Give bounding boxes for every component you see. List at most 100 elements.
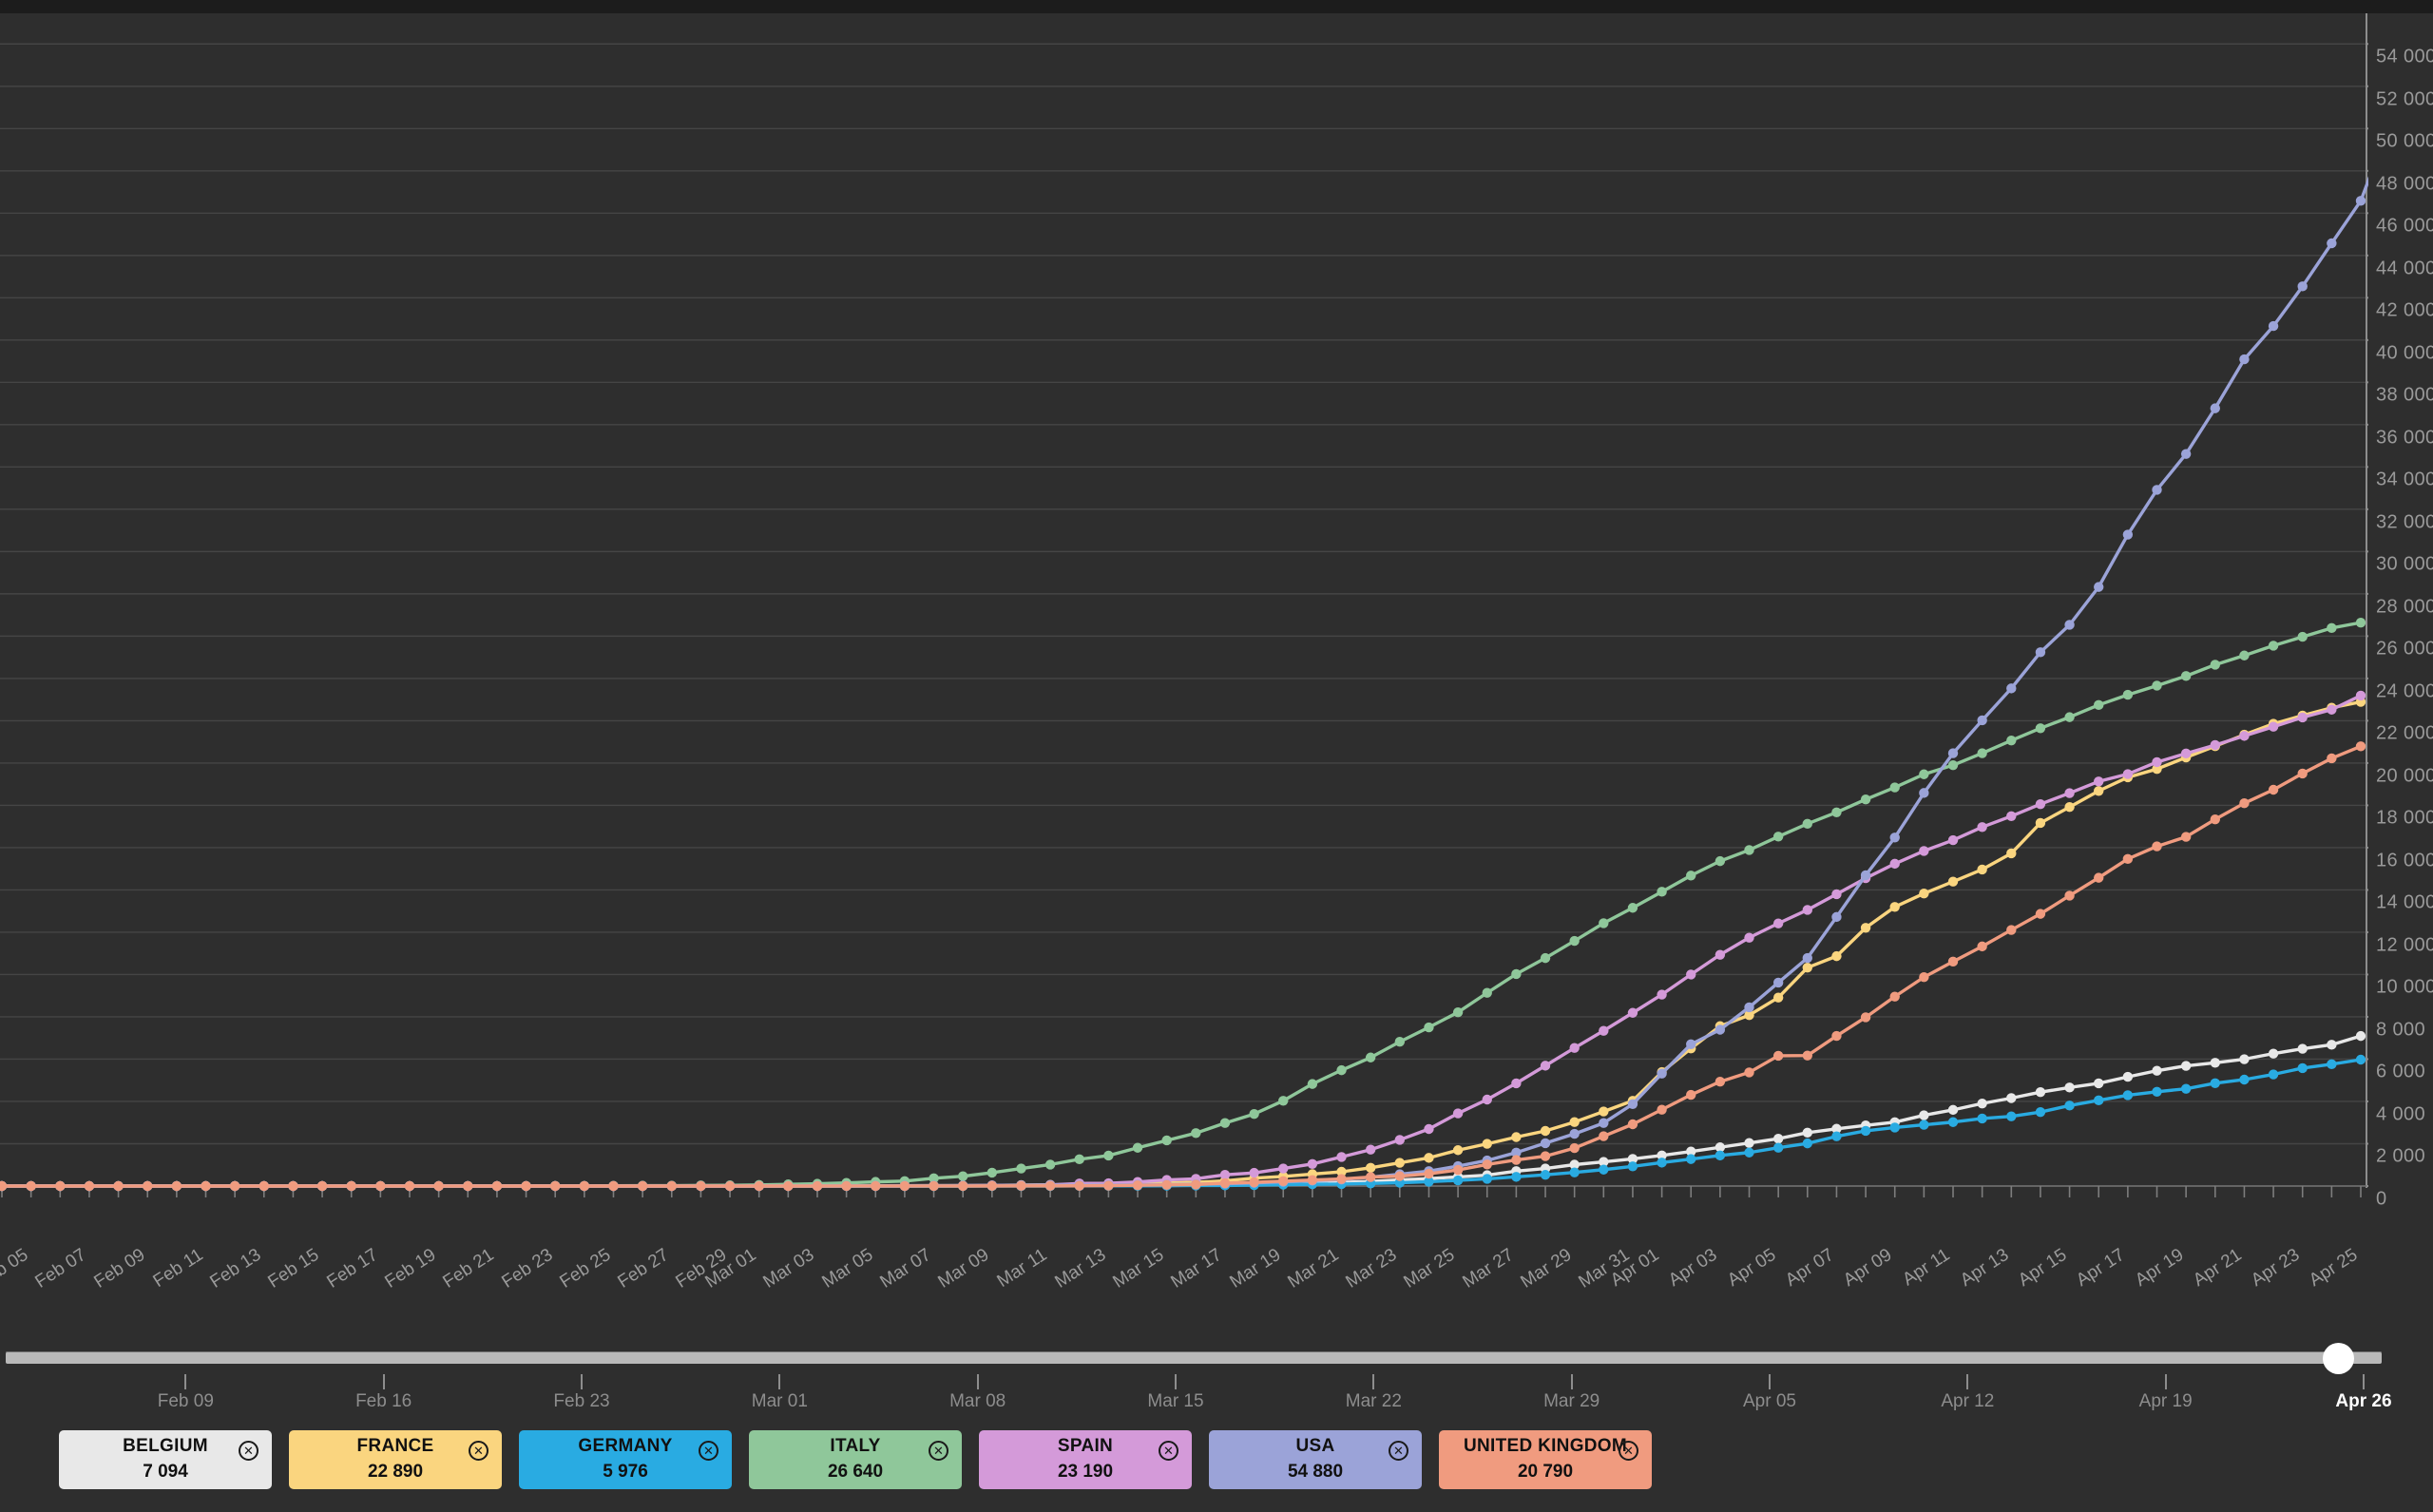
data-point[interactable] xyxy=(2122,769,2134,779)
data-point[interactable] xyxy=(608,1180,619,1192)
data-point[interactable] xyxy=(637,1180,648,1192)
data-point[interactable] xyxy=(2297,712,2308,723)
data-point[interactable] xyxy=(1715,1150,1726,1161)
data-point[interactable] xyxy=(1686,1154,1696,1164)
data-point[interactable] xyxy=(2239,797,2250,809)
legend-item-belgium[interactable]: BELGIUM 7 094 ✕ xyxy=(59,1430,272,1489)
data-point[interactable] xyxy=(1802,1127,1813,1139)
data-point[interactable] xyxy=(1540,1151,1551,1161)
line-chart-plot[interactable] xyxy=(0,13,2368,1245)
data-point[interactable] xyxy=(2180,832,2192,842)
data-point[interactable] xyxy=(2268,721,2279,732)
data-point[interactable] xyxy=(433,1180,444,1192)
data-point[interactable] xyxy=(2297,768,2308,779)
data-point[interactable] xyxy=(1569,1043,1580,1053)
data-point[interactable] xyxy=(1831,889,1842,900)
data-point[interactable] xyxy=(1249,1109,1259,1120)
data-point[interactable] xyxy=(754,1180,764,1192)
data-point[interactable] xyxy=(1860,923,1871,933)
data-point[interactable] xyxy=(1394,1158,1406,1168)
data-point[interactable] xyxy=(1452,1006,1464,1018)
data-point[interactable] xyxy=(1132,1180,1143,1191)
data-point[interactable] xyxy=(171,1180,182,1192)
data-point[interactable] xyxy=(1657,1068,1667,1079)
data-point[interactable] xyxy=(2064,788,2075,798)
data-point[interactable] xyxy=(1831,807,1842,817)
data-point[interactable] xyxy=(1831,1030,1842,1042)
data-point[interactable] xyxy=(2180,1083,2192,1094)
data-point[interactable] xyxy=(1772,1050,1784,1062)
data-point[interactable] xyxy=(2064,620,2075,630)
data-point[interactable] xyxy=(1307,1158,1318,1169)
data-point[interactable] xyxy=(1772,977,1784,988)
data-point[interactable] xyxy=(1278,1096,1289,1106)
data-point[interactable] xyxy=(2006,848,2017,859)
data-point[interactable] xyxy=(259,1180,269,1192)
data-point[interactable] xyxy=(1977,864,1987,875)
data-point[interactable] xyxy=(1103,1180,1114,1191)
data-point[interactable] xyxy=(1511,1155,1522,1165)
data-point[interactable] xyxy=(1889,858,1900,870)
data-point[interactable] xyxy=(1802,1138,1813,1149)
data-point[interactable] xyxy=(55,1180,66,1192)
data-point[interactable] xyxy=(2035,817,2046,829)
legend-item-germany[interactable]: GERMANY 5 976 ✕ xyxy=(519,1430,732,1489)
data-point[interactable] xyxy=(2094,776,2104,787)
data-point[interactable] xyxy=(1191,1179,1201,1190)
close-circle-icon[interactable]: ✕ xyxy=(469,1441,489,1461)
data-point[interactable] xyxy=(1627,1099,1638,1110)
data-point[interactable] xyxy=(1744,1138,1754,1148)
data-point[interactable] xyxy=(1772,918,1784,928)
data-point[interactable] xyxy=(812,1180,823,1192)
data-point[interactable] xyxy=(1452,1164,1464,1176)
data-point[interactable] xyxy=(1715,855,1726,867)
data-point[interactable] xyxy=(2152,485,2162,495)
data-point[interactable] xyxy=(1482,1174,1492,1184)
data-point[interactable] xyxy=(1599,1131,1609,1141)
data-point[interactable] xyxy=(0,1180,8,1192)
data-point[interactable] xyxy=(2355,1054,2366,1065)
data-point[interactable] xyxy=(987,1167,998,1178)
data-point[interactable] xyxy=(2268,1069,2279,1080)
data-point[interactable] xyxy=(2239,354,2250,365)
data-point[interactable] xyxy=(2152,1065,2162,1076)
data-point[interactable] xyxy=(1482,1159,1492,1170)
data-point[interactable] xyxy=(26,1180,36,1192)
data-point[interactable] xyxy=(1540,1138,1551,1149)
data-point[interactable] xyxy=(2327,238,2337,249)
data-point[interactable] xyxy=(2152,680,2162,691)
data-point[interactable] xyxy=(696,1180,706,1192)
data-point[interactable] xyxy=(1947,1117,1959,1127)
data-point[interactable] xyxy=(1569,1142,1580,1154)
data-point[interactable] xyxy=(2006,925,2017,935)
data-point[interactable] xyxy=(1424,1168,1434,1179)
data-point[interactable] xyxy=(2239,650,2250,660)
data-point[interactable] xyxy=(1919,846,1929,856)
data-point[interactable] xyxy=(1977,748,1987,758)
data-point[interactable] xyxy=(2210,660,2220,670)
series-belgium[interactable] xyxy=(0,1030,2366,1192)
close-circle-icon[interactable]: ✕ xyxy=(699,1441,718,1461)
data-point[interactable] xyxy=(1947,876,1959,887)
data-point[interactable] xyxy=(2210,1058,2220,1068)
data-point[interactable] xyxy=(2297,1062,2308,1074)
data-point[interactable] xyxy=(1249,1167,1259,1178)
data-point[interactable] xyxy=(2327,704,2337,715)
close-circle-icon[interactable]: ✕ xyxy=(1619,1441,1638,1461)
data-point[interactable] xyxy=(1365,1172,1376,1182)
data-point[interactable] xyxy=(1394,1135,1406,1145)
data-point[interactable] xyxy=(113,1180,124,1192)
data-point[interactable] xyxy=(1569,1117,1580,1127)
data-point[interactable] xyxy=(871,1180,881,1192)
data-point[interactable] xyxy=(491,1180,503,1192)
data-point[interactable] xyxy=(1365,1162,1376,1174)
data-point[interactable] xyxy=(2122,689,2134,700)
data-point[interactable] xyxy=(2035,1107,2046,1118)
data-point[interactable] xyxy=(1802,818,1813,830)
legend-item-italy[interactable]: ITALY 26 640 ✕ xyxy=(749,1430,962,1489)
data-point[interactable] xyxy=(1889,1122,1900,1133)
data-point[interactable] xyxy=(2355,617,2366,628)
data-point[interactable] xyxy=(1686,1089,1696,1101)
data-point[interactable] xyxy=(1511,1132,1522,1142)
data-point[interactable] xyxy=(1627,1007,1638,1018)
